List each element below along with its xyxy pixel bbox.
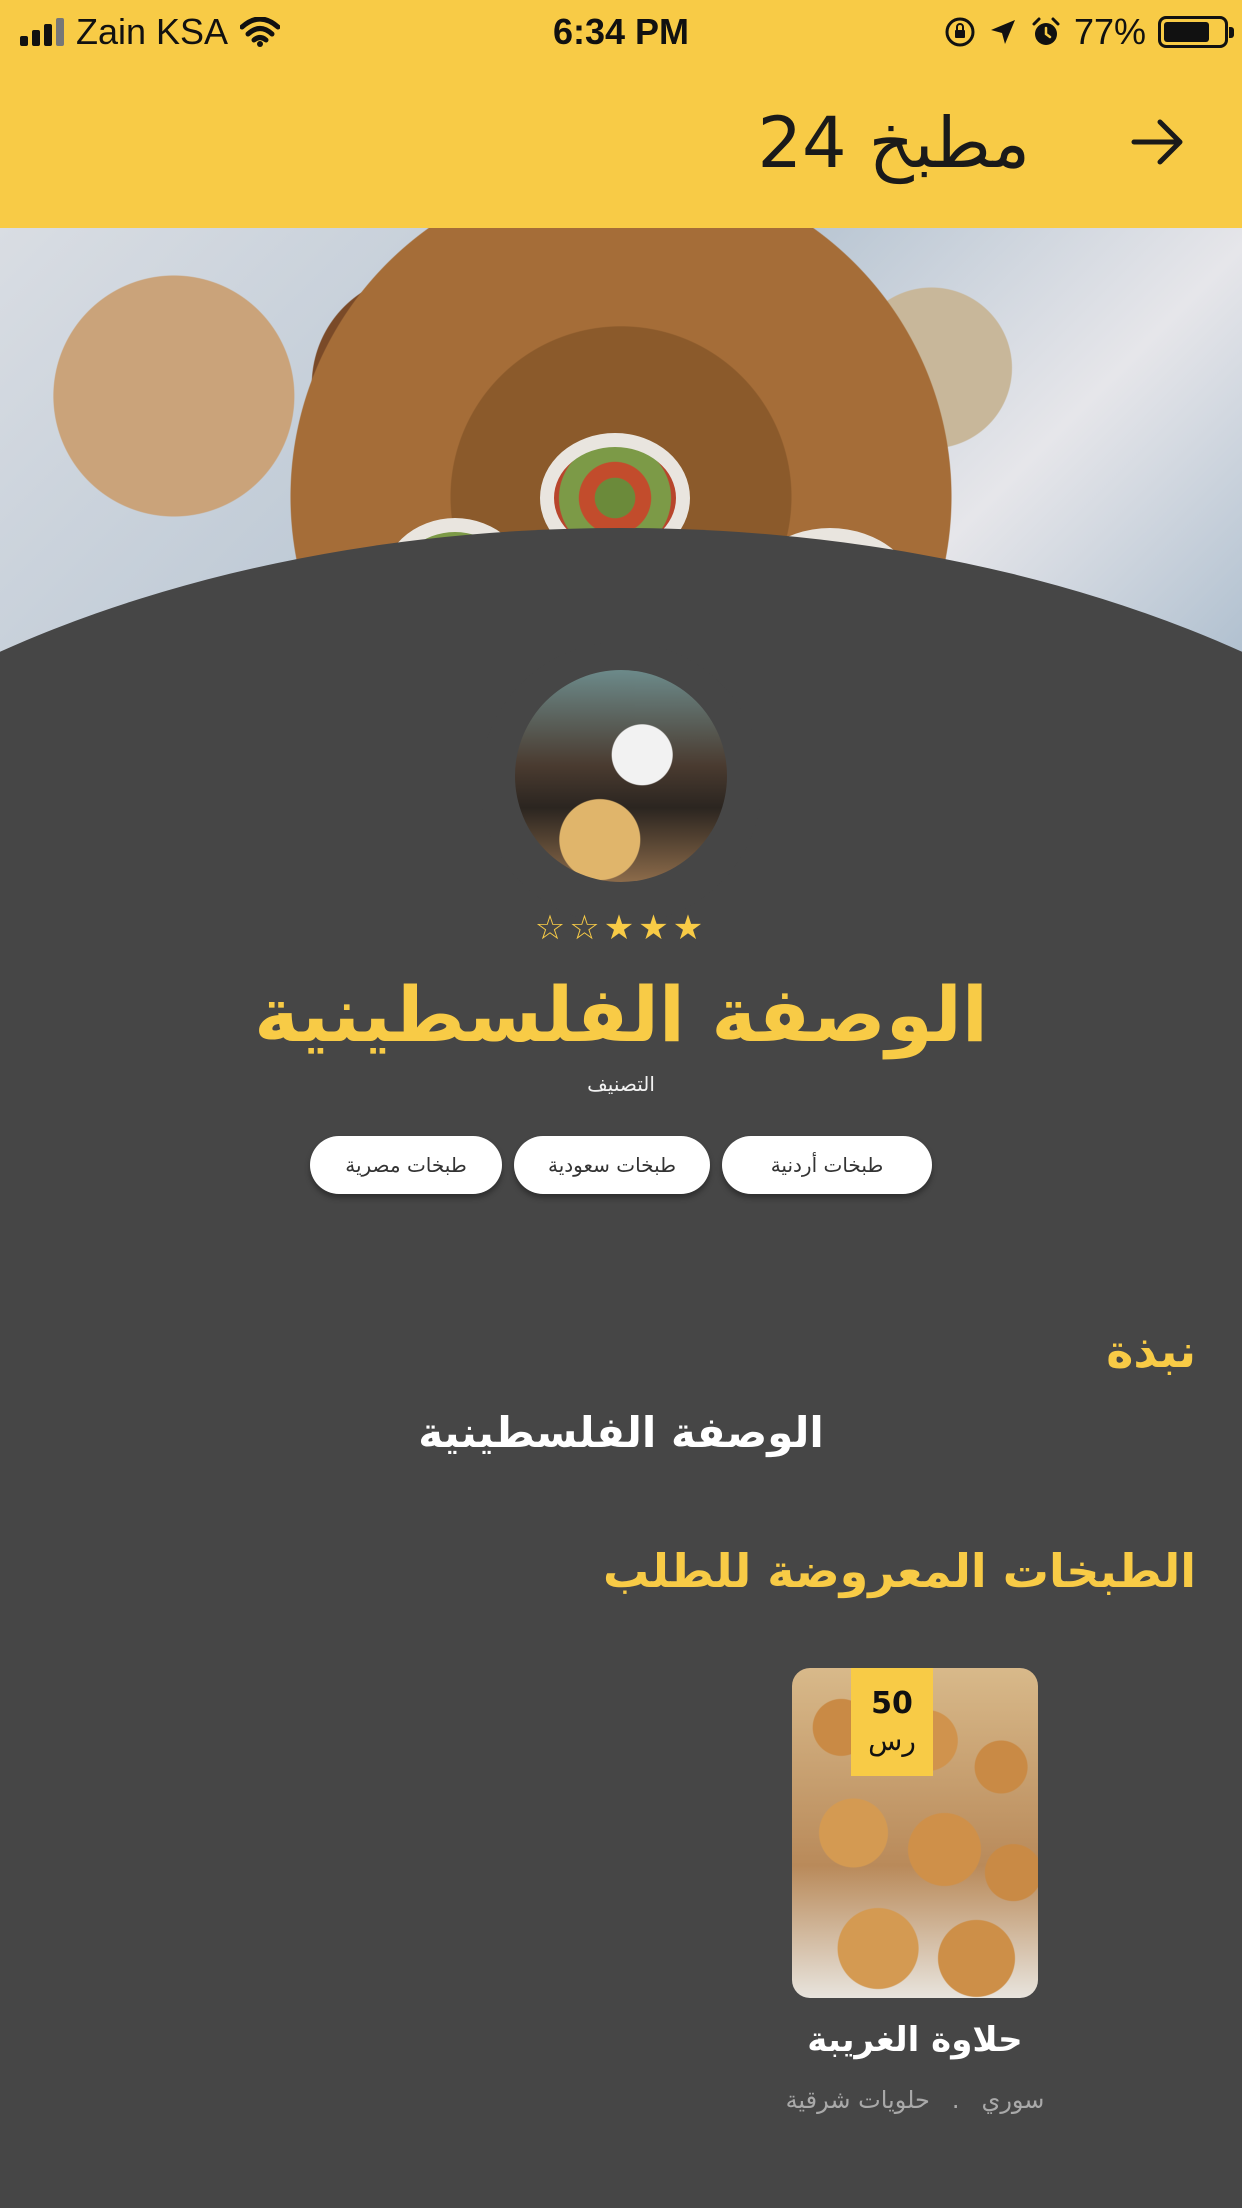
chef-avatar[interactable] [515, 670, 727, 882]
category-chip[interactable]: طبخات أردنية [722, 1136, 932, 1194]
price-badge: 50 رس [851, 1668, 933, 1776]
category-chip[interactable]: طبخات مصرية [310, 1136, 502, 1194]
status-right: 77% [944, 8, 1234, 56]
price-value: 50 [871, 1686, 913, 1721]
category-label: التصنيف [587, 1072, 655, 1096]
meta-separator: . [951, 2086, 960, 2114]
orientation-lock-icon [945, 17, 975, 47]
back-button[interactable] [1128, 112, 1188, 172]
location-arrow-icon [990, 20, 1015, 44]
category-chip[interactable]: طبخات سعودية [514, 1136, 710, 1194]
dishes-heading: الطبخات المعروضة للطلب [602, 1544, 1196, 1598]
rating-stars: ☆☆★★★ [534, 908, 708, 948]
battery-level [1164, 22, 1209, 42]
dish-meta: سوري. حلويات شرقية [740, 2086, 1090, 2114]
dish-name[interactable]: حلاوة الغريبة [760, 2020, 1070, 2060]
battery-icon [1158, 16, 1234, 48]
price-currency: رس [868, 1724, 916, 1757]
category-chips: طبخات أردنية طبخات سعودية طبخات مصرية [0, 1136, 1242, 1194]
dish-cuisine: سوري [981, 2086, 1045, 2114]
arrow-right-icon [1131, 119, 1183, 165]
app-title: مطبخ 24 [757, 102, 1030, 184]
alarm-icon [1032, 17, 1060, 45]
kitchen-title: الوصفة الفلسطينية [254, 970, 988, 1059]
status-bar: Zain KSA 6:34 PM 77% [0, 0, 1242, 64]
about-heading: نبذة [1106, 1324, 1196, 1378]
battery-percentage: 77% [1073, 11, 1146, 52]
about-text: الوصفة الفلسطينية [418, 1408, 824, 1457]
dish-type: حلويات شرقية [785, 2086, 930, 2114]
app-header: Zain KSA 6:34 PM 77% مطبخ 24 [0, 0, 1242, 228]
